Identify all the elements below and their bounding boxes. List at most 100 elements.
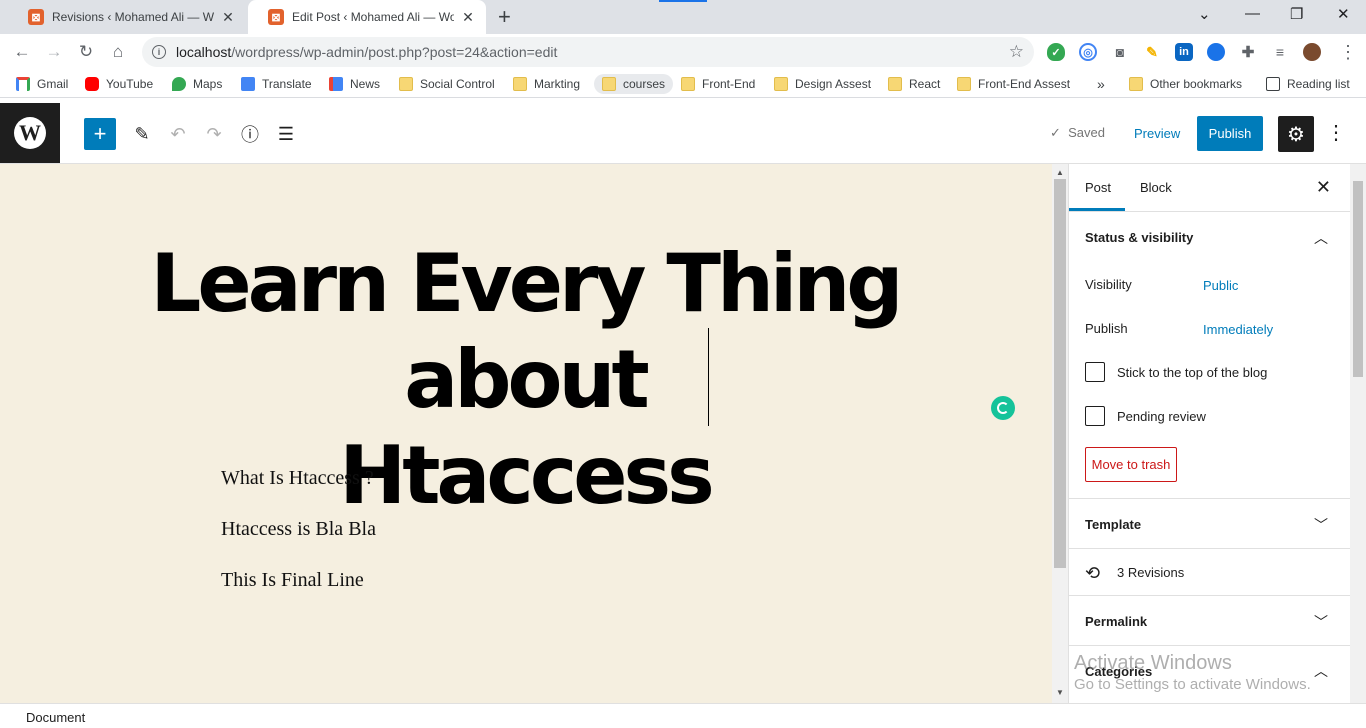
media-control-icon[interactable]: ≡: [1271, 43, 1289, 61]
publish-date-toggle[interactable]: Immediately: [1203, 322, 1273, 337]
canvas-scrollbar[interactable]: ▲ ▼: [1052, 164, 1068, 703]
bookmark-front-end-assest[interactable]: Front-End Assest: [957, 74, 1070, 94]
chevron-down-icon[interactable]: ﹀: [1314, 515, 1328, 535]
profile-avatar[interactable]: [1303, 43, 1321, 61]
folder-icon: [888, 77, 902, 91]
news-icon: [329, 77, 343, 91]
bookmark-markting[interactable]: Markting: [513, 74, 580, 94]
tab-search-chevron-icon[interactable]: ⌄: [1198, 5, 1211, 23]
breadcrumb-document[interactable]: Document: [26, 710, 85, 725]
browser-tab-edit-post[interactable]: ⊠ Edit Post ‹ Mohamed Ali — WordPress ✕: [248, 0, 486, 34]
folder-icon: [513, 77, 527, 91]
settings-sidebar: Post Block ✕ Status & visibility ︿ Visib…: [1068, 164, 1350, 703]
tab-block[interactable]: Block: [1140, 180, 1172, 195]
preview-button[interactable]: Preview: [1134, 126, 1180, 141]
details-info-icon[interactable]: ⓘ: [238, 122, 262, 146]
bookmark-react[interactable]: React: [888, 74, 940, 94]
scrollbar-thumb[interactable]: [1353, 181, 1363, 377]
post-title[interactable]: Learn Every Thing about Htaccess: [30, 236, 1020, 524]
more-options-icon[interactable]: ⋮: [1326, 120, 1346, 145]
wordpress-logo-button[interactable]: W: [0, 103, 60, 163]
stick-to-top-checkbox[interactable]: [1085, 362, 1105, 382]
bookmark-star-icon[interactable]: ☆: [1009, 42, 1024, 62]
tab-post[interactable]: Post: [1085, 180, 1111, 195]
chevron-down-icon[interactable]: ﹀: [1314, 612, 1328, 632]
divider: [1069, 595, 1350, 596]
sidebar-scrollbar[interactable]: [1350, 164, 1366, 703]
chevron-up-icon[interactable]: ︿: [1314, 661, 1328, 681]
status-visibility-heading[interactable]: Status & visibility: [1085, 230, 1193, 245]
xampp-favicon-icon: ⊠: [28, 9, 44, 25]
site-info-icon[interactable]: i: [152, 45, 166, 59]
forward-icon[interactable]: →: [44, 42, 64, 62]
close-tab-icon[interactable]: ✕: [460, 9, 476, 26]
scroll-up-arrow-icon[interactable]: ▲: [1056, 168, 1064, 177]
minimize-icon[interactable]: —: [1245, 5, 1260, 22]
categories-heading[interactable]: Categories: [1085, 664, 1152, 679]
bookmark-news[interactable]: News: [329, 74, 380, 94]
template-heading[interactable]: Template: [1085, 517, 1141, 532]
back-icon[interactable]: ←: [12, 42, 32, 62]
bookmark-courses[interactable]: courses: [594, 74, 674, 94]
scrollbar-thumb[interactable]: [1054, 179, 1066, 568]
bookmark-reading-list[interactable]: Reading list: [1266, 74, 1350, 94]
shield-extension-icon[interactable]: ✓: [1047, 43, 1065, 61]
bookmark-design-assest[interactable]: Design Assest: [774, 74, 871, 94]
stick-to-top-label: Stick to the top of the blog: [1117, 365, 1268, 380]
pending-review-checkbox[interactable]: [1085, 406, 1105, 426]
permalink-heading[interactable]: Permalink: [1085, 614, 1147, 629]
bookmark-maps[interactable]: Maps: [172, 74, 222, 94]
paragraph-block[interactable]: Htaccess is Bla Bla: [221, 518, 376, 541]
scroll-down-arrow-icon[interactable]: ▼: [1056, 688, 1064, 697]
divider: [1069, 548, 1350, 549]
browser-toolbar: ← → ↻ ⌂ i localhost/wordpress/wp-admin/p…: [0, 34, 1366, 70]
close-tab-icon[interactable]: ✕: [220, 9, 236, 26]
bookmark-gmail[interactable]: Gmail: [16, 74, 68, 94]
linkedin-extension-icon[interactable]: in: [1175, 43, 1193, 61]
highlighter-extension-icon[interactable]: ✎: [1143, 43, 1161, 61]
folder-icon: [399, 77, 413, 91]
browser-menu-icon[interactable]: ⋮: [1339, 42, 1357, 63]
text-caret: [708, 328, 709, 426]
bookmark-other-bookmarks[interactable]: Other bookmarks: [1129, 74, 1242, 94]
redo-icon[interactable]: ↷: [202, 122, 226, 146]
list-view-icon[interactable]: ☰: [274, 122, 298, 146]
blue-extension-icon[interactable]: [1207, 43, 1225, 61]
camera-extension-icon[interactable]: ◙: [1111, 43, 1129, 61]
translate-icon: [241, 77, 255, 91]
wordpress-logo-icon: W: [14, 117, 46, 149]
tab-title: Revisions ‹ Mohamed Ali — WordPress: [52, 10, 214, 24]
close-window-icon[interactable]: ✕: [1337, 5, 1350, 23]
move-to-trash-button[interactable]: Move to trash: [1085, 447, 1177, 482]
restore-icon[interactable]: ❐: [1290, 5, 1303, 23]
extensions-puzzle-icon[interactable]: ✚: [1239, 43, 1257, 61]
undo-icon[interactable]: ↶: [166, 122, 190, 146]
browser-tab-strip: ⊠ Revisions ‹ Mohamed Ali — WordPress ✕ …: [0, 0, 1366, 34]
reload-icon[interactable]: ↻: [76, 42, 96, 62]
paragraph-block[interactable]: What Is Htaccess ?: [221, 467, 374, 490]
bookmark-youtube[interactable]: YouTube: [85, 74, 153, 94]
revisions-link[interactable]: 3 Revisions: [1117, 565, 1184, 580]
editor-header: W + ✎ ↶ ↷ ⓘ ☰ ✓ Saved Preview Publish ⚙ …: [0, 103, 1366, 164]
add-block-button[interactable]: +: [84, 118, 116, 150]
url-text: localhost/wordpress/wp-admin/post.php?po…: [176, 44, 558, 60]
browser-tab-revisions[interactable]: ⊠ Revisions ‹ Mohamed Ali — WordPress ✕: [8, 0, 246, 34]
visibility-toggle[interactable]: Public: [1203, 278, 1238, 293]
close-sidebar-icon[interactable]: ✕: [1316, 177, 1331, 198]
settings-gear-icon[interactable]: ⚙: [1278, 116, 1314, 152]
new-tab-icon[interactable]: +: [498, 4, 511, 30]
chevron-up-icon[interactable]: ︿: [1314, 228, 1328, 248]
publish-button[interactable]: Publish: [1197, 116, 1263, 151]
sync-extension-icon[interactable]: ◎: [1079, 43, 1097, 61]
paragraph-block[interactable]: This Is Final Line: [221, 569, 364, 592]
grammarly-icon[interactable]: [991, 396, 1015, 420]
home-icon[interactable]: ⌂: [108, 42, 128, 62]
bookmark-translate[interactable]: Translate: [241, 74, 312, 94]
bookmarks-overflow-chevron-icon[interactable]: »: [1097, 74, 1105, 94]
bookmark-front-end[interactable]: Front-End: [681, 74, 755, 94]
edit-tools-pencil-icon[interactable]: ✎: [130, 122, 154, 146]
bookmark-social-control[interactable]: Social Control: [399, 74, 495, 94]
address-bar[interactable]: i localhost/wordpress/wp-admin/post.php?…: [142, 37, 1034, 67]
tab-accent-bar: [659, 0, 707, 2]
gmail-icon: [16, 77, 30, 91]
